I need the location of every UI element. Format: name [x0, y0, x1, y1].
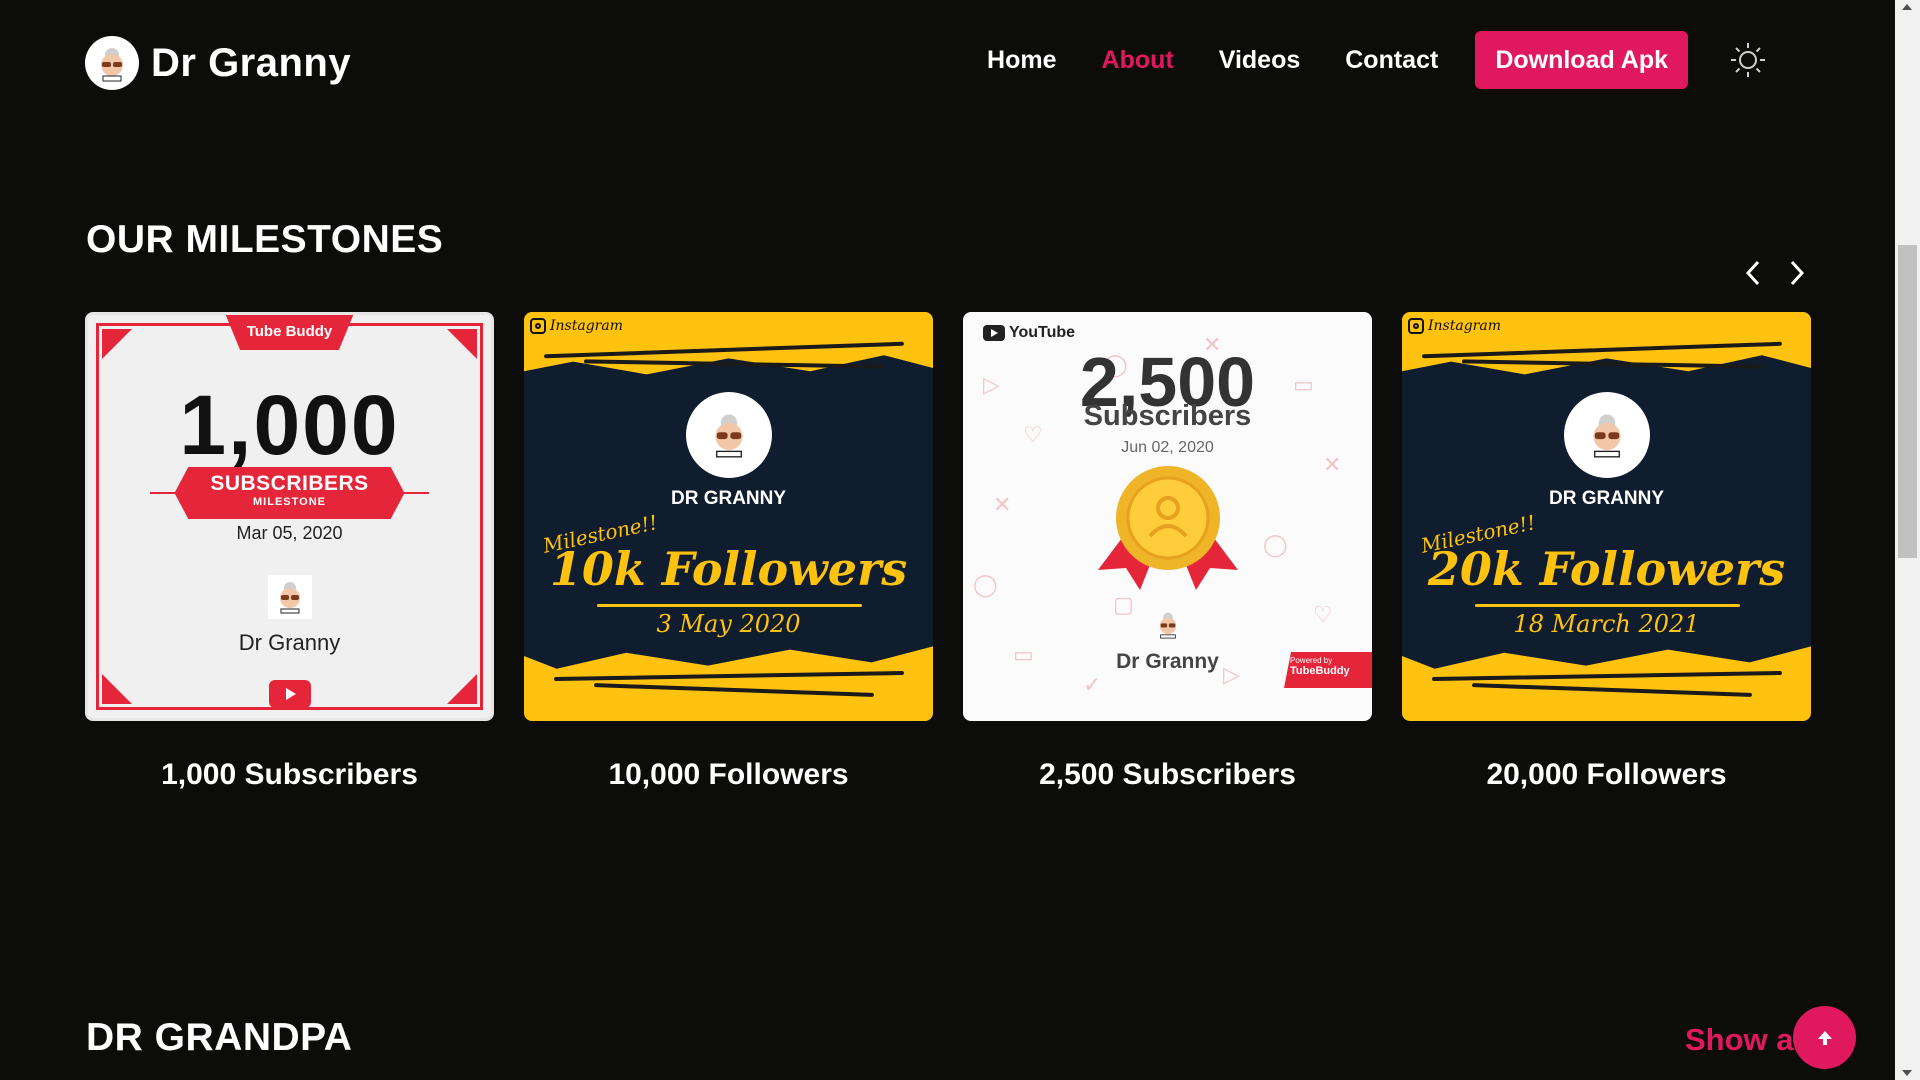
- nav-about[interactable]: About: [1102, 31, 1174, 89]
- instagram-icon: [1408, 318, 1424, 334]
- milestone-date: Mar 05, 2020: [236, 523, 343, 543]
- brand[interactable]: Dr Granny: [85, 36, 351, 90]
- milestone-date: 3 May 2020: [656, 610, 801, 638]
- ribbon-main-text: SUBSCRIBERS: [210, 472, 369, 495]
- tubebuddy-badge: Powered by TubeBuddy: [1284, 652, 1372, 688]
- top-nav: Dr Granny Home About Videos Contact Down…: [0, 0, 1895, 120]
- nav-home[interactable]: Home: [987, 31, 1056, 89]
- chevron-right-icon[interactable]: [1784, 258, 1810, 288]
- carousel-controls: [1740, 258, 1810, 288]
- download-apk-button[interactable]: Download Apk: [1475, 31, 1688, 89]
- chevron-left-icon[interactable]: [1740, 258, 1766, 288]
- nav-videos[interactable]: Videos: [1219, 31, 1301, 89]
- milestone-caption: 10,000 Followers: [608, 758, 849, 791]
- instagram-label: Instagram: [1408, 318, 1501, 334]
- scroll-up-icon[interactable]: [1902, 4, 1912, 10]
- powered-by-text: Powered by: [1290, 656, 1333, 665]
- platform-name: Instagram: [1428, 318, 1501, 334]
- tubebuddy-text: TubeBuddy: [1290, 665, 1350, 677]
- milestone-image: ▷ ♡ ✕ ◯ ▭ ✓ ▭ ✕ ◯ ♡ ▷ ▢ ✕ ◯ YouTube 2,500 Subsc…: [963, 312, 1372, 721]
- nav-links: Home About Videos Contact Download Apk: [987, 31, 1895, 89]
- milestones-title: OUR MILESTONES: [86, 218, 444, 261]
- milestone-card[interactable]: ▷ ♡ ✕ ◯ ▭ ✓ ▭ ✕ ◯ ♡ ▷ ▢ ✕ ◯ YouTube 2,500 Subsc…: [963, 312, 1372, 792]
- page-scrollbar[interactable]: [1895, 0, 1920, 1080]
- milestone-headline: 10k Followers: [549, 542, 908, 596]
- youtube-label: YouTube: [983, 324, 1075, 342]
- corner-decoration: [447, 674, 477, 704]
- milestone-card[interactable]: Instagram DR GRANNY Milestone!! 20k Foll…: [1402, 312, 1811, 792]
- grandpa-title: DR GRANDPA: [86, 1016, 353, 1059]
- milestone-image: Instagram DR GRANNY Milestone!! 20k Foll…: [1402, 312, 1811, 721]
- brush-stroke: [594, 683, 874, 697]
- brush-stroke: [1422, 341, 1782, 359]
- channel-name: Dr Granny: [238, 630, 341, 655]
- scroll-down-icon[interactable]: [1902, 1070, 1912, 1076]
- granny-avatar-icon: [267, 575, 312, 624]
- milestone-ribbon: SUBSCRIBERS MILESTONE: [174, 467, 405, 519]
- granny-avatar-icon: [685, 392, 772, 478]
- show-all-link[interactable]: Show all: [1685, 1022, 1811, 1058]
- ribbon-sub-text: MILESTONE: [253, 496, 326, 508]
- brush-stroke: [1431, 670, 1783, 682]
- milestone-caption: 1,000 Subscribers: [161, 758, 418, 791]
- brand-name: Dr Granny: [151, 40, 352, 85]
- corner-decoration: [447, 329, 477, 359]
- youtube-icon: [983, 325, 1005, 341]
- milestone-headline: 20k Followers: [1427, 542, 1786, 596]
- milestone-number: 1,000: [179, 378, 400, 472]
- milestone-image: Tube Buddy 1,000 SUBSCRIBERS MILESTONE M…: [85, 312, 494, 721]
- brand-logo-icon: [85, 36, 139, 90]
- milestone-caption: 20,000 Followers: [1486, 758, 1727, 791]
- granny-avatar-icon: [1563, 392, 1650, 478]
- back-to-top-button[interactable]: [1793, 1006, 1856, 1069]
- underline: [597, 604, 862, 607]
- milestone-image: Instagram DR GRANNY Milestone!! 10k Foll…: [524, 312, 933, 721]
- milestone-caption: 2,500 Subscribers: [1039, 758, 1296, 791]
- youtube-icon: [268, 680, 311, 708]
- nav-contact[interactable]: Contact: [1345, 31, 1438, 89]
- instagram-icon: [530, 318, 546, 334]
- granny-avatar-icon: [1150, 607, 1186, 648]
- medal-icon: [1088, 460, 1248, 605]
- milestone-card[interactable]: Tube Buddy 1,000 SUBSCRIBERS MILESTONE M…: [85, 312, 494, 792]
- milestone-carousel: Tube Buddy 1,000 SUBSCRIBERS MILESTONE M…: [85, 312, 1811, 792]
- corner-decoration: [102, 674, 132, 704]
- platform-name: Instagram: [550, 318, 623, 334]
- arrow-up-icon: [1816, 1029, 1834, 1047]
- milestone-date: Jun 02, 2020: [1121, 439, 1214, 456]
- underline: [1475, 604, 1740, 607]
- tubebuddy-badge: Tube Buddy: [224, 315, 355, 350]
- corner-decoration: [102, 329, 132, 359]
- milestone-unit: Subscribers: [1083, 400, 1252, 432]
- sun-icon[interactable]: [1728, 40, 1768, 80]
- brush-stroke: [1472, 683, 1752, 697]
- milestone-date: 18 March 2021: [1513, 610, 1700, 638]
- platform-name: YouTube: [1009, 324, 1076, 341]
- brush-stroke: [553, 670, 905, 682]
- instagram-label: Instagram: [530, 318, 623, 334]
- scroll-thumb[interactable]: [1898, 245, 1917, 558]
- brush-stroke: [544, 341, 904, 359]
- milestone-card[interactable]: Instagram DR GRANNY Milestone!! 10k Foll…: [524, 312, 933, 792]
- account-name: DR GRANNY: [670, 488, 787, 509]
- account-name: DR GRANNY: [1548, 488, 1665, 509]
